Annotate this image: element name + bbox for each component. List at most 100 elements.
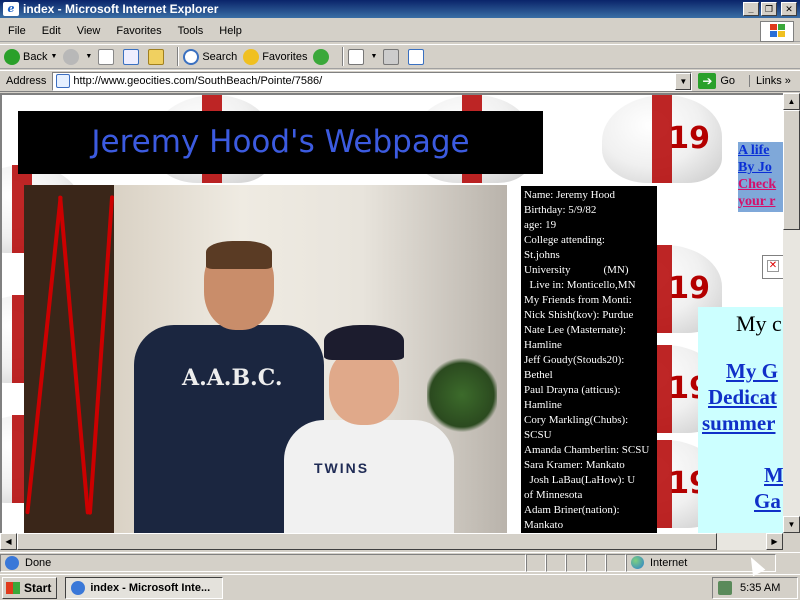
start-label: Start [24, 580, 52, 595]
system-tray: 5:35 AM [712, 577, 798, 599]
globe-icon [631, 556, 644, 569]
vertical-scroll-thumb[interactable] [783, 110, 800, 230]
search-label: Search [202, 50, 238, 63]
forward-button[interactable]: ▼ [63, 48, 92, 65]
menu-help[interactable]: Help [211, 25, 250, 37]
home-icon [148, 48, 165, 65]
taskbar: Start index - Microsoft Inte... 5:35 AM [0, 574, 800, 600]
address-field[interactable]: ▼ [52, 71, 693, 91]
broken-image-icon: ✕ [762, 255, 783, 279]
menu-file[interactable]: File [0, 25, 34, 37]
status-label: Done [25, 556, 52, 569]
page-icon [56, 74, 71, 88]
clock[interactable]: 5:35 AM [740, 582, 780, 594]
status-bar: Done Internet [0, 552, 800, 572]
chevron-down-icon[interactable]: ▼ [85, 53, 92, 60]
scroll-down-button[interactable]: ▼ [783, 516, 800, 533]
close-button[interactable]: ✕ [781, 2, 797, 16]
address-dropdown-button[interactable]: ▼ [675, 72, 692, 90]
page-title: Jeremy Hood's Webpage [91, 124, 470, 160]
mail-button[interactable]: ▼ [348, 48, 377, 65]
info-line: St.johns [524, 249, 560, 261]
edit-icon [408, 48, 425, 65]
info-line: Adam Briner(nation): [524, 504, 620, 516]
chevron-down-icon[interactable]: ▼ [370, 53, 377, 60]
search-icon [183, 48, 200, 65]
address-label: Address [6, 75, 47, 87]
panel-link[interactable]: summer [702, 411, 775, 436]
minimize-button[interactable]: _ [743, 2, 759, 16]
scroll-right-button[interactable]: ▶ [766, 533, 783, 550]
info-line: Paul Drayna (atticus): [524, 384, 621, 396]
info-line: of Minnesota [524, 489, 583, 501]
address-bar: Address ▼ ➔ Go Links » [0, 70, 800, 92]
status-cell [586, 553, 606, 572]
links-label: Links [756, 75, 782, 87]
start-button[interactable]: Start [2, 576, 58, 599]
menu-edit[interactable]: Edit [34, 25, 69, 37]
page-banner: Jeremy Hood's Webpage [18, 111, 543, 174]
links-button[interactable]: Links » [749, 75, 791, 87]
status-cell [546, 553, 566, 572]
panel-link[interactable]: Dedicat [708, 385, 777, 410]
scroll-up-button[interactable]: ▲ [783, 93, 800, 110]
info-line: SCSU [524, 429, 552, 441]
go-button[interactable]: ➔ Go [698, 73, 735, 89]
info-line: Name: Jeremy Hood [524, 189, 616, 201]
scroll-left-button[interactable]: ◀ [0, 533, 17, 550]
info-line: College attending: [524, 234, 605, 246]
back-label: Back [23, 50, 48, 63]
side-link[interactable]: By Jo [738, 159, 783, 176]
address-input[interactable] [73, 75, 676, 87]
panel-link[interactable]: Ga [754, 489, 781, 514]
horizontal-scrollbar[interactable]: ◀ ▶ [0, 533, 783, 550]
info-line: Mankato [524, 519, 564, 531]
refresh-button[interactable] [123, 48, 142, 65]
horizontal-scroll-thumb[interactable] [17, 533, 717, 550]
taskbar-window-label: index - Microsoft Inte... [90, 581, 211, 594]
print-icon [383, 48, 400, 65]
info-line: Amanda Chamberlin: SCSU [524, 444, 650, 456]
right-panel: My c My G Dedicat summer M Ga [698, 307, 783, 533]
standard-toolbar: Back ▼ ▼ Search Favorites ▼ [0, 44, 800, 69]
chevron-down-icon[interactable]: ▼ [50, 53, 57, 60]
window-title: index - Microsoft Internet Explorer [23, 2, 219, 16]
media-button[interactable] [313, 48, 332, 65]
media-icon [313, 48, 330, 65]
info-line: age: 19 [524, 219, 557, 231]
photo-image: A.A.B.C. TWINS [24, 185, 507, 533]
home-button[interactable] [148, 48, 167, 65]
side-link[interactable]: A life [738, 142, 783, 159]
menu-tools[interactable]: Tools [170, 25, 212, 37]
side-link[interactable]: Check [738, 176, 783, 193]
search-button[interactable]: Search [183, 48, 238, 65]
helmet-background-image: 19 [602, 95, 722, 183]
taskbar-window-button[interactable]: index - Microsoft Inte... [65, 576, 224, 599]
status-cell [606, 553, 626, 572]
windows-logo-icon [760, 21, 794, 42]
edit-button[interactable] [408, 48, 427, 65]
star-icon [243, 48, 260, 65]
menu-favorites[interactable]: Favorites [108, 25, 169, 37]
side-link[interactable]: your r [738, 193, 783, 210]
favorites-button[interactable]: Favorites [243, 48, 307, 65]
vertical-scrollbar[interactable]: ▲ ▼ [783, 93, 800, 533]
panel-heading: My c [736, 311, 782, 336]
menu-view[interactable]: View [69, 25, 109, 37]
status-cell [566, 553, 586, 572]
panel-link[interactable]: M [764, 463, 783, 488]
stop-button[interactable] [98, 48, 117, 65]
back-arrow-icon [4, 48, 20, 65]
menu-bar: File Edit View Favorites Tools Help [0, 20, 800, 42]
restore-button[interactable]: ❐ [761, 2, 777, 16]
network-icon[interactable] [718, 581, 732, 595]
print-button[interactable] [383, 48, 402, 65]
panel-link[interactable]: My G [726, 359, 778, 384]
info-line: Hamline [524, 399, 562, 411]
info-line: Jeff Goudy(Stouds20): [524, 354, 625, 366]
refresh-icon [123, 48, 140, 65]
info-line: Sara Kramer: Mankato [524, 459, 625, 471]
back-button[interactable]: Back ▼ [4, 48, 57, 65]
profile-info-box: Name: Jeremy Hood Birthday: 5/9/82 age: … [521, 186, 657, 533]
title-bar: e index - Microsoft Internet Explorer _ … [0, 0, 800, 18]
